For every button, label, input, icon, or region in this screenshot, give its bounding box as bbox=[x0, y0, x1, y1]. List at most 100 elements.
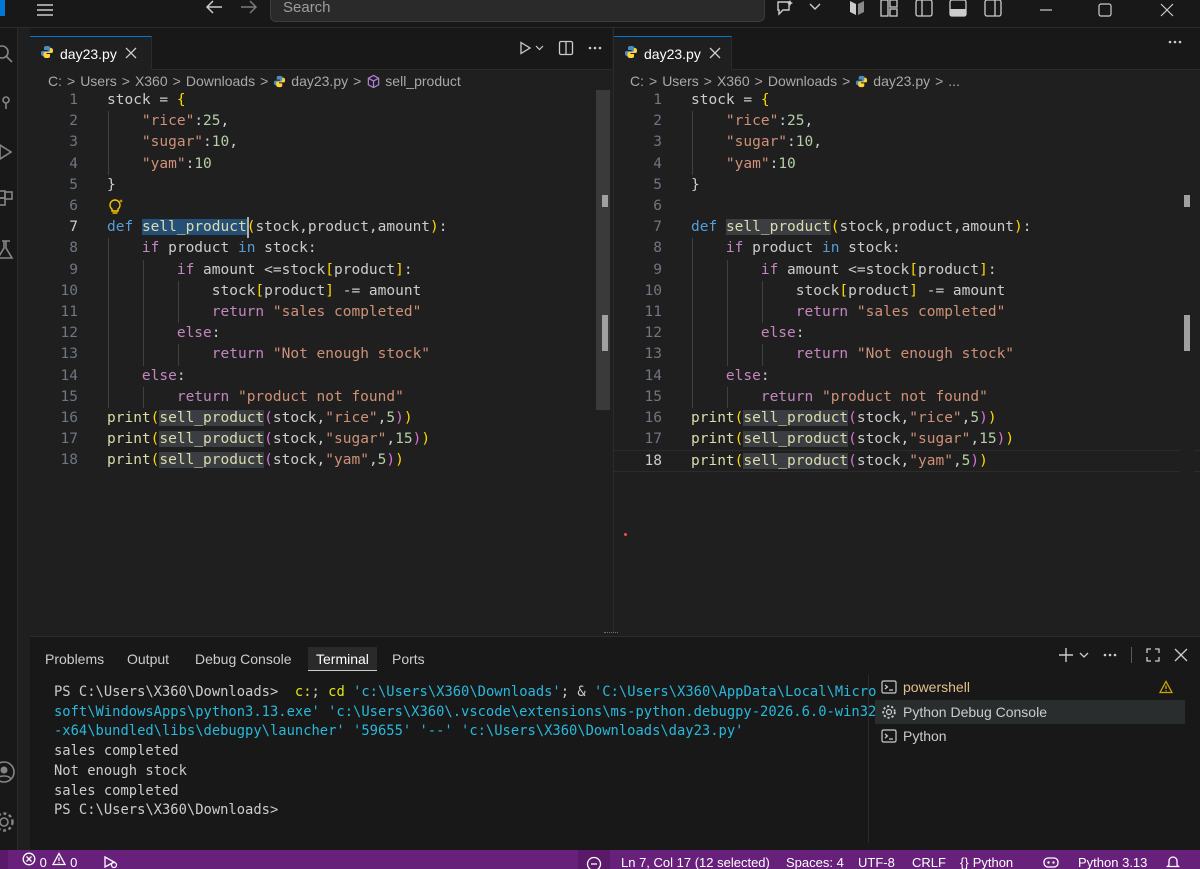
maximize-panel-icon[interactable] bbox=[1146, 648, 1160, 662]
code-line[interactable]: 11 return "sales completed" bbox=[614, 302, 1200, 323]
remote-indicator[interactable] bbox=[0, 850, 8, 869]
more-actions-icon[interactable] bbox=[1168, 40, 1182, 44]
toggle-secondary-sidebar-icon[interactable] bbox=[981, 0, 1005, 19]
tab-output[interactable]: Output bbox=[119, 647, 177, 671]
code-line[interactable]: 4 "yam":10 bbox=[614, 154, 1200, 175]
code-line[interactable]: 14 else: bbox=[614, 366, 1200, 387]
sash-handle[interactable] bbox=[604, 632, 618, 635]
chevron-down-icon[interactable] bbox=[1079, 652, 1089, 658]
code-line[interactable]: 17 print(sell_product(stock,"sugar",15)) bbox=[614, 429, 1200, 450]
breadcrumb-item[interactable]: Downloads bbox=[186, 73, 255, 89]
code-line[interactable]: 7 def sell_product(stock,product,amount): bbox=[30, 217, 612, 238]
source-control-icon[interactable] bbox=[0, 90, 16, 114]
arrow-left-icon[interactable] bbox=[203, 0, 225, 18]
code-line[interactable]: 15 return "product not found" bbox=[30, 387, 612, 408]
eol-status[interactable]: CRLF bbox=[912, 850, 946, 869]
maximize-icon[interactable] bbox=[1082, 0, 1128, 20]
split-editor-icon[interactable] bbox=[558, 40, 574, 56]
more-actions-icon[interactable] bbox=[1103, 653, 1117, 657]
code-line[interactable]: 13 return "Not enough stock" bbox=[30, 344, 612, 365]
chevron-down-icon[interactable] bbox=[806, 0, 824, 18]
code-line[interactable]: 9 if amount <=stock[product]: bbox=[30, 260, 612, 281]
run-debug-icon[interactable] bbox=[0, 140, 16, 164]
python-interpreter[interactable]: Python 3.13 bbox=[1078, 850, 1147, 869]
code-line[interactable]: 5} bbox=[614, 175, 1200, 196]
close-panel-icon[interactable] bbox=[1174, 648, 1188, 662]
close-icon[interactable] bbox=[1144, 0, 1190, 20]
terminal-list-item[interactable]: Python Debug Console bbox=[875, 699, 1185, 724]
code-line[interactable]: 16 print(sell_product(stock,"rice",5)) bbox=[30, 408, 612, 429]
toggle-panel-icon[interactable] bbox=[946, 0, 970, 19]
code-line[interactable]: 7 def sell_product(stock,product,amount): bbox=[614, 217, 1200, 238]
breadcrumb-item[interactable]: X360 bbox=[717, 73, 750, 89]
code-line[interactable]: 16 print(sell_product(stock,"rice",5)) bbox=[614, 408, 1200, 429]
tab-close-icon[interactable] bbox=[709, 46, 721, 62]
scrollbar-thumb[interactable] bbox=[596, 90, 610, 410]
code-line[interactable]: 5} bbox=[30, 175, 612, 196]
debug-stop-indicator[interactable] bbox=[578, 850, 610, 869]
menu-icon[interactable] bbox=[34, 0, 56, 22]
terminal-output[interactable]: PS C:\Users\X360\Downloads> c:; cd 'c:\U… bbox=[54, 683, 876, 821]
copilot-status-icon[interactable] bbox=[1042, 850, 1060, 869]
search-input[interactable]: Search bbox=[270, 0, 765, 22]
code-line[interactable]: 1 stock = { bbox=[614, 90, 1200, 111]
breadcrumb-file[interactable]: day23.py bbox=[273, 73, 348, 89]
toggle-sidebar-icon[interactable] bbox=[877, 0, 901, 19]
tab-terminal[interactable]: Terminal bbox=[308, 647, 377, 671]
extensions-icon[interactable] bbox=[0, 188, 16, 212]
lightbulb-icon[interactable] bbox=[107, 198, 123, 219]
debug-launch-icon[interactable] bbox=[102, 850, 118, 869]
code-line[interactable]: 13 return "Not enough stock" bbox=[614, 344, 1200, 365]
language-mode[interactable]: {} Python bbox=[960, 850, 1013, 869]
problems-status[interactable]: 0 0 bbox=[22, 850, 77, 869]
breadcrumb-symbol[interactable]: sell_product bbox=[366, 73, 461, 89]
code-line[interactable]: 10 stock[product] -= amount bbox=[30, 281, 612, 302]
code-line[interactable]: 6 bbox=[614, 196, 1200, 217]
tab-debug-console[interactable]: Debug Console bbox=[187, 647, 300, 671]
code-line[interactable]: 14 else: bbox=[30, 366, 612, 387]
new-terminal-icon[interactable] bbox=[1059, 648, 1073, 662]
code-line[interactable]: 9 if amount <=stock[product]: bbox=[614, 260, 1200, 281]
notifications-icon[interactable] bbox=[1165, 850, 1181, 869]
search-icon[interactable] bbox=[0, 42, 16, 66]
code-line[interactable]: 4 "yam":10 bbox=[30, 154, 612, 175]
run-python-file-icon[interactable] bbox=[518, 41, 544, 55]
breadcrumb-item[interactable]: C: bbox=[630, 73, 644, 89]
cursor-position[interactable]: Ln 7, Col 17 (12 selected) bbox=[621, 850, 770, 869]
breadcrumb-item[interactable]: Users bbox=[662, 73, 699, 89]
tab-ports[interactable]: Ports bbox=[384, 647, 433, 671]
breadcrumb-file[interactable]: day23.py bbox=[855, 73, 930, 89]
account-icon[interactable] bbox=[0, 760, 16, 784]
breadcrumb-item[interactable]: X360 bbox=[135, 73, 168, 89]
code-line[interactable]: 15 return "product not found" bbox=[614, 387, 1200, 408]
testing-icon[interactable] bbox=[0, 238, 16, 262]
minimize-icon[interactable] bbox=[1023, 0, 1069, 20]
code-line[interactable]: 10 stock[product] -= amount bbox=[614, 281, 1200, 302]
code-line[interactable]: 18 print(sell_product(stock,"yam",5)) bbox=[30, 450, 612, 471]
code-line[interactable]: 1 stock = { bbox=[30, 90, 612, 111]
breadcrumb-item[interactable]: C: bbox=[48, 73, 62, 89]
terminal-list-item[interactable]: powershell bbox=[875, 675, 1185, 699]
code-line[interactable]: 2 "rice":25, bbox=[30, 111, 612, 132]
breadcrumb-item[interactable]: ... bbox=[948, 73, 960, 89]
breadcrumb-item[interactable]: Downloads bbox=[768, 73, 837, 89]
breadcrumb-item[interactable]: Users bbox=[80, 73, 117, 89]
code-line[interactable]: 3 "sugar":10, bbox=[614, 132, 1200, 153]
settings-gear-icon[interactable] bbox=[0, 810, 16, 834]
encoding-status[interactable]: UTF-8 bbox=[858, 850, 895, 869]
tab-close-icon[interactable] bbox=[125, 46, 137, 62]
terminal-list-item[interactable]: Python bbox=[875, 724, 1185, 748]
more-actions-icon[interactable] bbox=[588, 46, 602, 50]
tab-day23-py[interactable]: day23.py bbox=[614, 36, 732, 70]
indentation-status[interactable]: Spaces: 4 bbox=[786, 850, 844, 869]
code-line[interactable]: 3 "sugar":10, bbox=[30, 132, 612, 153]
code-line[interactable]: 18 print(sell_product(stock,"yam",5)) bbox=[614, 450, 1200, 472]
arrow-right-icon[interactable] bbox=[238, 0, 260, 18]
layout-icon[interactable] bbox=[846, 0, 870, 19]
code-line[interactable]: 11 return "sales completed" bbox=[30, 302, 612, 323]
code-line[interactable]: 8 if product in stock: bbox=[614, 238, 1200, 259]
toggle-primary-sidebar-icon[interactable] bbox=[912, 0, 936, 19]
code-line[interactable]: 8 if product in stock: bbox=[30, 238, 612, 259]
code-line[interactable]: 17 print(sell_product(stock,"sugar",15)) bbox=[30, 429, 612, 450]
copilot-icon[interactable] bbox=[772, 0, 798, 19]
